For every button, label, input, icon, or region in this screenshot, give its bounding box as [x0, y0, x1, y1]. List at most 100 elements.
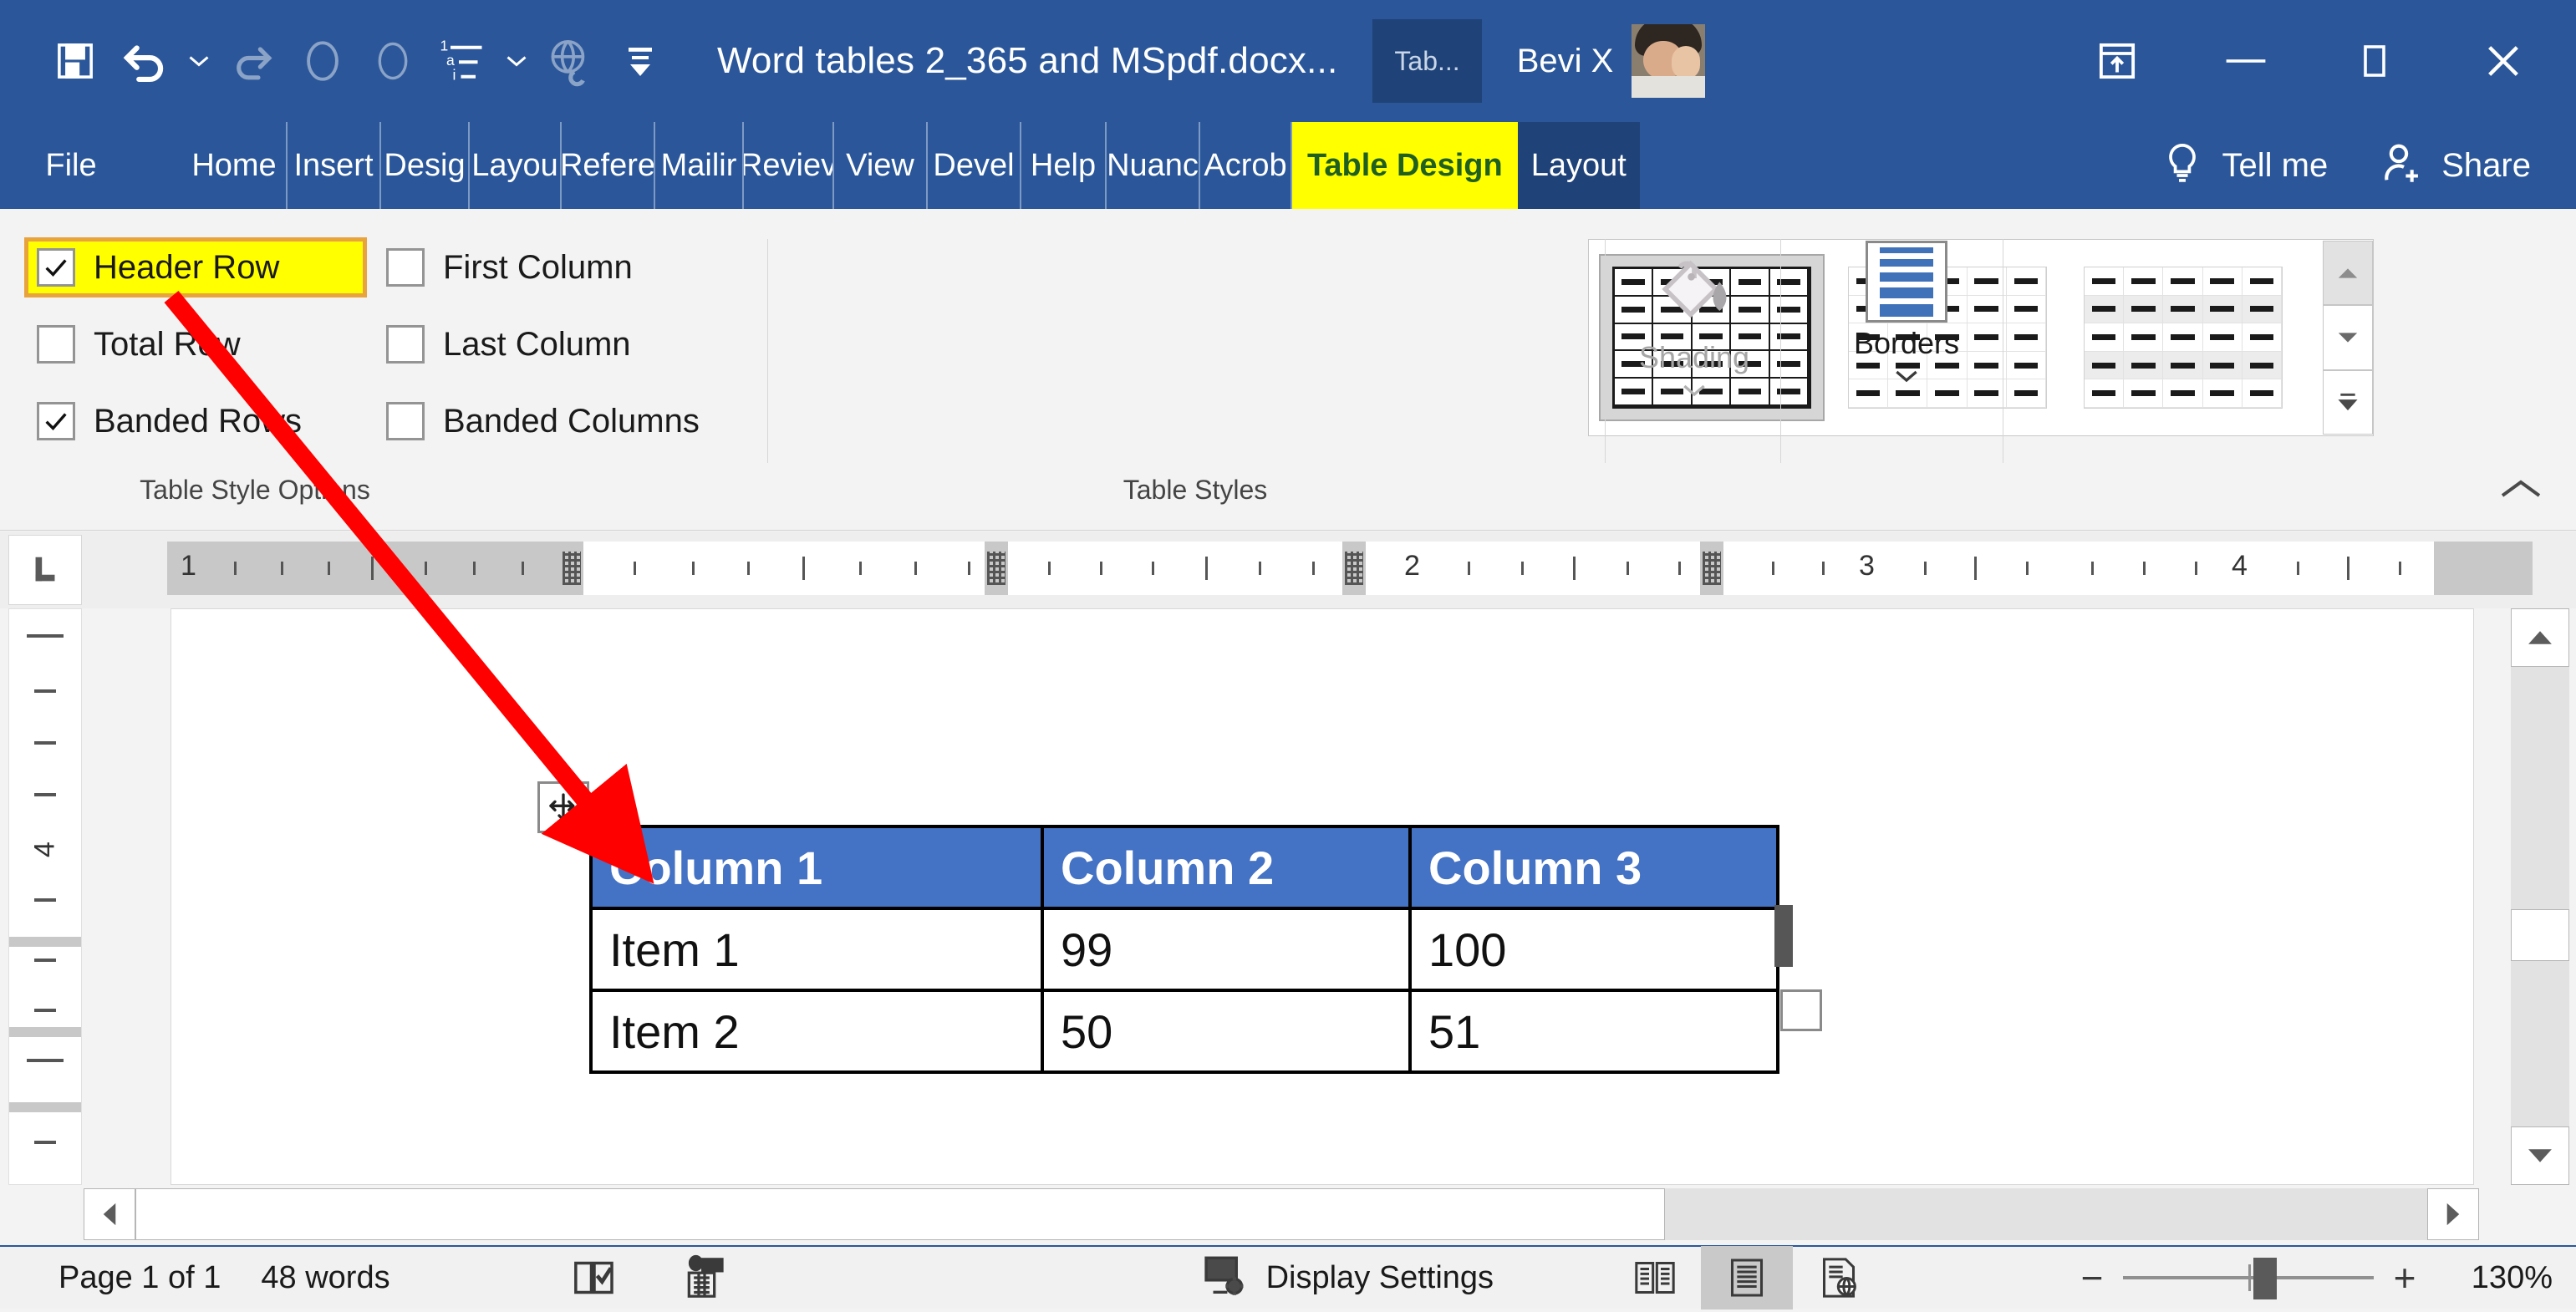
borders-button[interactable]: Borders: [1810, 241, 2003, 390]
tab-developer[interactable]: Devel: [928, 122, 1021, 209]
print-layout-view[interactable]: [1701, 1246, 1793, 1309]
scroll-down-button[interactable]: [2511, 1126, 2569, 1185]
vertical-scroll-track[interactable]: [2511, 667, 2569, 1126]
checkbox-banded-rows[interactable]: Banded Rows: [28, 402, 363, 440]
customize-qat-icon[interactable]: [605, 19, 675, 103]
shading-button[interactable]: Shading: [1606, 246, 1782, 404]
tab-layout[interactable]: Layou: [470, 122, 562, 209]
tab-table-layout[interactable]: Layout: [1518, 122, 1640, 209]
table-move-handle[interactable]: [537, 781, 589, 833]
undo-icon[interactable]: [110, 19, 181, 103]
table-header-cell-3[interactable]: Column 3: [1410, 826, 1778, 908]
tab-help[interactable]: Help: [1021, 122, 1107, 209]
circle-icon-2[interactable]: [358, 19, 428, 103]
account-area[interactable]: Bevi X: [1517, 24, 1706, 98]
document-page[interactable]: Column 1 Column 2 Column 3 Item 1 99 100…: [171, 609, 2473, 1184]
table-style-thumb-2[interactable]: [2070, 254, 2296, 421]
tab-chip[interactable]: Tab...: [1372, 19, 1481, 103]
shading-dropdown-icon[interactable]: [1679, 379, 1709, 404]
ribbon-display-options-icon[interactable]: [2053, 0, 2181, 122]
web-link-icon[interactable]: [535, 19, 605, 103]
document-canvas[interactable]: Column 1 Column 2 Column 3 Item 1 99 100…: [171, 608, 2474, 1185]
share-button[interactable]: Share: [2380, 122, 2576, 209]
scroll-right-button[interactable]: [2427, 1188, 2479, 1240]
tab-file[interactable]: File: [0, 122, 134, 209]
title-bar: 1 a i: [0, 0, 2576, 122]
checkbox-total-row[interactable]: Total Row: [28, 325, 363, 364]
proofing-errors-icon[interactable]: [556, 1246, 633, 1309]
user-name: Bevi X: [1517, 43, 1614, 80]
table-column-marker-1[interactable]: [560, 542, 583, 595]
scroll-up-button[interactable]: [2511, 608, 2569, 667]
vertical-ruler-number: 4: [29, 842, 62, 857]
horizontal-scroll-track[interactable]: [135, 1188, 2427, 1240]
table-header-cell-2[interactable]: Column 2: [1042, 826, 1410, 908]
accessibility-checker-icon[interactable]: [666, 1246, 743, 1309]
tab-references[interactable]: Refere: [562, 122, 655, 209]
checkbox-last-column[interactable]: Last Column: [386, 325, 631, 364]
gallery-more-button[interactable]: [2323, 370, 2373, 435]
tab-design[interactable]: Desig: [381, 122, 470, 209]
vertical-scroll-thumb[interactable]: [2511, 909, 2569, 961]
table-cell-r1c2[interactable]: 99: [1042, 908, 1410, 990]
tab-view[interactable]: View: [834, 122, 928, 209]
table-column-marker-3[interactable]: [1342, 542, 1366, 595]
horizontal-ruler[interactable]: 1: [167, 542, 2533, 595]
circle-icon-1[interactable]: [288, 19, 358, 103]
read-mode-view[interactable]: [1609, 1246, 1701, 1309]
undo-dropdown-icon[interactable]: [181, 19, 217, 103]
horizontal-scroll-thumb[interactable]: [135, 1188, 1665, 1240]
table-header-row[interactable]: Column 1 Column 2 Column 3: [591, 826, 1778, 908]
table-header-cell-1[interactable]: Column 1: [591, 826, 1042, 908]
table-column-marker-4[interactable]: [1700, 542, 1723, 595]
display-settings-button[interactable]: Display Settings: [1186, 1246, 1509, 1309]
vertical-ruler[interactable]: 4: [8, 608, 82, 1185]
web-layout-view[interactable]: [1793, 1246, 1885, 1309]
page-indicator[interactable]: Page 1 of 1: [0, 1246, 236, 1309]
borders-label: Borders: [1854, 326, 1959, 361]
gallery-scroll-up-button[interactable]: [2323, 241, 2373, 305]
tab-acrobat[interactable]: Acrob: [1200, 122, 1292, 209]
table-cell-r2c3[interactable]: 51: [1410, 990, 1778, 1072]
multilevel-list-icon[interactable]: 1 a i: [428, 19, 498, 103]
table-cell-r1c1[interactable]: Item 1: [591, 908, 1042, 990]
gallery-scroll-down-button[interactable]: [2323, 305, 2373, 369]
avatar[interactable]: [1632, 24, 1705, 98]
table-row[interactable]: Item 2 50 51: [591, 990, 1778, 1072]
horizontal-scrollbar[interactable]: [84, 1188, 2479, 1240]
zoom-out-button[interactable]: −: [2061, 1255, 2123, 1300]
zoom-slider[interactable]: [2123, 1246, 2374, 1309]
checkbox-first-column[interactable]: First Column: [386, 248, 633, 287]
borders-dropdown-icon[interactable]: [1891, 364, 1922, 390]
tab-nuance[interactable]: Nuanc: [1107, 122, 1200, 209]
table-column-marker-2[interactable]: [985, 542, 1008, 595]
zoom-in-button[interactable]: +: [2374, 1255, 2436, 1300]
tab-insert[interactable]: Insert: [288, 122, 381, 209]
checkbox-header-row[interactable]: Header Row: [28, 242, 363, 293]
tab-mailings[interactable]: Mailir: [655, 122, 744, 209]
word-count[interactable]: 48 words: [236, 1246, 405, 1309]
checkbox-banded-columns[interactable]: Banded Columns: [386, 402, 700, 440]
multilevel-list-dropdown-icon[interactable]: [498, 19, 535, 103]
zoom-level-label[interactable]: 130%: [2436, 1260, 2553, 1296]
collapse-ribbon-button[interactable]: [2499, 472, 2543, 510]
redo-icon[interactable]: [217, 19, 288, 103]
zoom-slider-thumb[interactable]: [2253, 1258, 2277, 1299]
maximize-icon[interactable]: [2310, 0, 2439, 122]
minimize-icon[interactable]: [2181, 0, 2310, 122]
scroll-left-button[interactable]: [84, 1188, 135, 1240]
document-table[interactable]: Column 1 Column 2 Column 3 Item 1 99 100…: [589, 825, 1779, 1074]
tab-stop-selector[interactable]: [8, 535, 82, 605]
table-cell-r2c2[interactable]: 50: [1042, 990, 1410, 1072]
tell-me-group[interactable]: Tell me: [2159, 122, 2337, 209]
table-cell-r2c1[interactable]: Item 2: [591, 990, 1042, 1072]
table-resize-handle[interactable]: [1780, 989, 1822, 1031]
tab-table-design[interactable]: Table Design: [1292, 122, 1518, 209]
table-row[interactable]: Item 1 99 100: [591, 908, 1778, 990]
tab-home[interactable]: Home: [182, 122, 288, 209]
save-icon[interactable]: [40, 19, 110, 103]
vertical-scrollbar[interactable]: [2511, 608, 2569, 1185]
table-cell-r1c3[interactable]: 100: [1410, 908, 1778, 990]
tab-review[interactable]: Reviev: [744, 122, 834, 209]
close-icon[interactable]: [2439, 0, 2568, 122]
